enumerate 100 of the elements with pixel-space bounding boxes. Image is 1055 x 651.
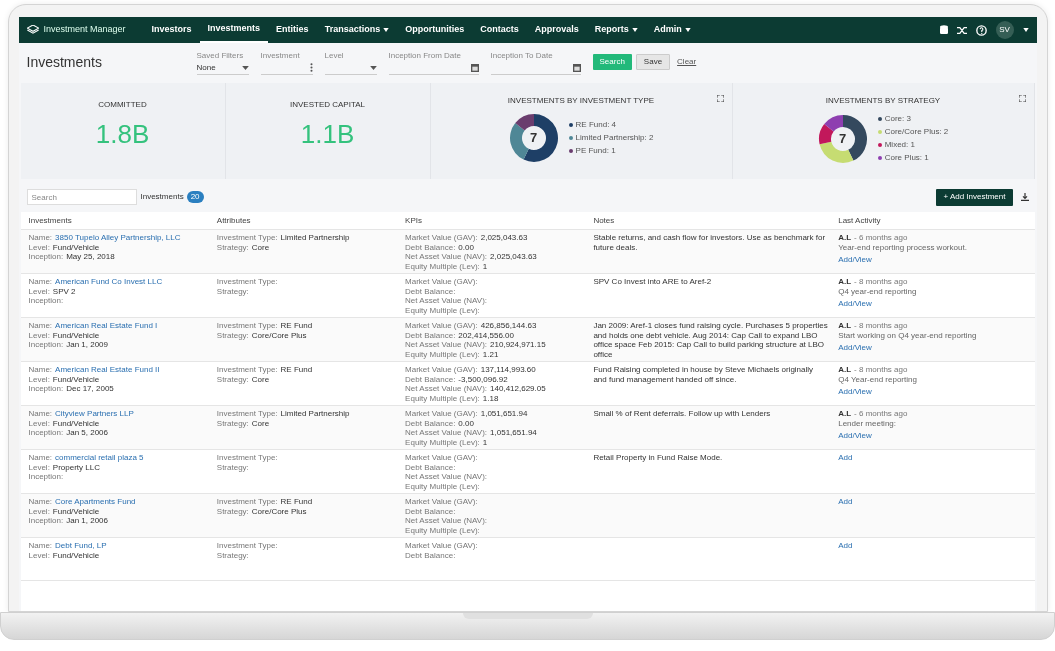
field-label: Name:: [28, 541, 53, 551]
add-view-link[interactable]: Add/View: [838, 343, 872, 353]
field-label: Market Value (GAV):: [405, 541, 478, 551]
clear-link[interactable]: Clear: [677, 56, 697, 68]
filter-label: Level: [324, 49, 345, 62]
nav-tab[interactable]: Admin: [645, 17, 699, 43]
user-avatar[interactable]: SV: [995, 21, 1014, 39]
field-label: Name:: [28, 365, 53, 375]
field-label: Market Value (GAV):: [405, 497, 478, 507]
field-value: Dec 17, 2005: [66, 384, 114, 394]
filter-field[interactable]: [388, 61, 479, 75]
nav-tab[interactable]: Entities: [268, 17, 317, 43]
logo-icon: [26, 25, 39, 35]
field-value: SPV 2: [52, 286, 76, 296]
add-view-link[interactable]: Add: [838, 541, 853, 551]
field-value: Limited Partnership: [280, 409, 350, 419]
field-label: Strategy:: [216, 506, 249, 516]
add-investment-button[interactable]: + Add Investment: [936, 188, 1013, 206]
nav-tab[interactable]: Opportunities: [397, 17, 473, 43]
field-label: Level:: [28, 330, 50, 340]
field-label: Net Asset Value (NAV):: [405, 296, 488, 306]
legend-label: Limited Partnership: 2: [575, 132, 654, 144]
field-value: Fund/Vehicle: [52, 418, 100, 428]
activity-time: - 6 months ago: [854, 233, 908, 243]
field-value: 0.00: [458, 242, 474, 252]
save-button[interactable]: Save: [635, 54, 671, 70]
field-label: Level:: [28, 242, 50, 252]
field-label: Equity Multiple (Lev):: [405, 481, 480, 491]
investment-link[interactable]: Core Apartments Fund: [55, 497, 136, 507]
expand-icon[interactable]: [716, 95, 724, 102]
filter-field[interactable]: [260, 61, 313, 75]
nav-tab[interactable]: Reports: [586, 17, 646, 43]
field-label: Equity Multiple (Lev):: [405, 437, 480, 447]
field-label: Net Asset Value (NAV):: [405, 428, 488, 438]
column-header: Attributes: [216, 214, 252, 227]
expand-icon[interactable]: [1018, 95, 1026, 102]
note-text: Retail Property in Fund Raise Mode.: [593, 453, 724, 463]
field-value: Fund/Vehicle: [52, 506, 100, 516]
add-view-link[interactable]: Add/View: [838, 299, 872, 309]
field-value: 1,051,651.94: [490, 428, 537, 438]
investment-link[interactable]: American Real Estate Fund II: [55, 365, 160, 375]
field-label: Investment Type:: [216, 233, 278, 243]
filter-field[interactable]: None: [196, 61, 249, 75]
activity-time: - 8 months ago: [854, 365, 908, 375]
add-view-link[interactable]: Add: [838, 453, 853, 463]
nav-tab[interactable]: Contacts: [472, 17, 527, 43]
shuffle-icon[interactable]: [956, 25, 967, 35]
field-value: RE Fund: [280, 497, 313, 507]
field-label: Level:: [28, 374, 50, 384]
nav-tab[interactable]: Transactions: [316, 17, 398, 43]
nav-tab[interactable]: Approvals: [526, 17, 587, 43]
investment-link[interactable]: 3850 Tupelo Alley Partnership, LLC: [55, 233, 181, 243]
field-value: Core: [251, 374, 270, 384]
download-icon[interactable]: [1020, 193, 1029, 201]
donut-total: 7: [528, 130, 539, 146]
investment-link[interactable]: commercial retail plaza 5: [55, 453, 144, 463]
activity-user: A.L: [838, 321, 852, 331]
brand-name: Investment Manager: [43, 23, 126, 37]
field-value: Fund/Vehicle: [52, 374, 100, 384]
investment-link[interactable]: Cityview Partners LLP: [55, 409, 134, 419]
nav-tab[interactable]: Investments: [199, 17, 269, 43]
field-label: Debt Balance:: [405, 374, 456, 384]
investment-link[interactable]: American Fund Co Invest LLC: [55, 277, 163, 287]
field-value: 137,114,993.60: [480, 365, 536, 375]
field-label: Market Value (GAV):: [405, 321, 478, 331]
nav-tab[interactable]: Investors: [143, 17, 200, 43]
field-value: Core/Core Plus: [251, 506, 307, 516]
field-label: Level:: [28, 462, 50, 472]
field-value: 210,924,971.15: [490, 340, 546, 350]
stat-value: 1.8B: [95, 118, 150, 151]
field-label: Equity Multiple (Lev):: [405, 393, 480, 403]
field-label: Level:: [28, 418, 50, 428]
field-value: 2,025,043.63: [480, 233, 528, 243]
donut-total: 7: [838, 130, 848, 147]
filter-field[interactable]: [490, 61, 581, 75]
activity-time: - 6 months ago: [854, 409, 908, 419]
search-field[interactable]: Search: [26, 189, 137, 205]
add-view-link[interactable]: Add: [838, 497, 853, 507]
database-icon[interactable]: [939, 25, 948, 35]
field-label: Equity Multiple (Lev):: [405, 261, 480, 271]
note-text: Stable returns, and cash flow for investors. Use as benchmark for future deals.: [593, 233, 827, 252]
add-view-link[interactable]: Add/View: [838, 387, 872, 397]
field-label: Name:: [28, 277, 53, 287]
investment-link[interactable]: American Real Estate Fund I: [55, 321, 158, 331]
add-view-link[interactable]: Add/View: [838, 431, 872, 441]
field-label: Strategy:: [216, 330, 249, 340]
field-value: RE Fund: [280, 365, 313, 375]
investment-link[interactable]: Debt Fund, LP: [55, 541, 107, 551]
filter-label: Inception From Date: [388, 49, 462, 62]
field-label: Investment Type:: [216, 453, 278, 463]
field-label: Debt Balance:: [405, 242, 456, 252]
field-label: Investment Type:: [216, 497, 278, 507]
field-value: Fund/Vehicle: [52, 330, 100, 340]
field-label: Debt Balance:: [405, 506, 456, 516]
caret-icon: [241, 65, 249, 70]
tab-label[interactable]: Investments: [140, 191, 184, 203]
add-view-link[interactable]: Add/View: [838, 255, 872, 265]
help-icon[interactable]: [975, 24, 987, 36]
field-value: 0.00: [458, 418, 474, 428]
field-label: Debt Balance:: [405, 286, 456, 296]
